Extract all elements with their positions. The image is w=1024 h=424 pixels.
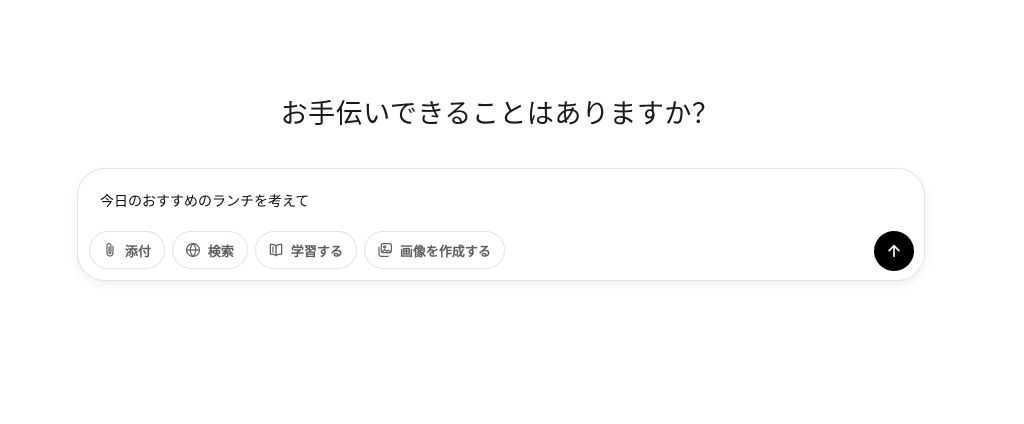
book-icon — [267, 241, 285, 259]
search-button[interactable]: 検索 — [172, 231, 249, 269]
globe-icon — [184, 241, 202, 259]
attach-button[interactable]: 添付 — [89, 231, 166, 269]
study-label: 学習する — [291, 244, 344, 260]
paperclip-icon — [101, 241, 119, 259]
page-title: お手伝いできることはありますか？ — [280, 99, 720, 130]
composer-toolbar: 添付 検索 学習する 画像を作成する — [89, 231, 506, 269]
study-button[interactable]: 学習する — [255, 231, 358, 269]
send-button[interactable] — [874, 231, 914, 271]
prompt-composer: 今日のおすすめのランチを考えて 添付 検索 学習する 画像を作成する — [77, 168, 925, 281]
search-label: 検索 — [208, 244, 235, 260]
chat-home: お手伝いできることはありますか？ 今日のおすすめのランチを考えて 添付 検索 学… — [0, 0, 1024, 424]
prompt-input[interactable]: 今日のおすすめのランチを考えて — [100, 191, 309, 211]
create-image-button[interactable]: 画像を作成する — [364, 231, 506, 269]
arrow-up-icon — [885, 242, 903, 260]
image-icon — [376, 241, 394, 259]
attach-label: 添付 — [125, 244, 152, 260]
create-image-label: 画像を作成する — [400, 244, 492, 260]
